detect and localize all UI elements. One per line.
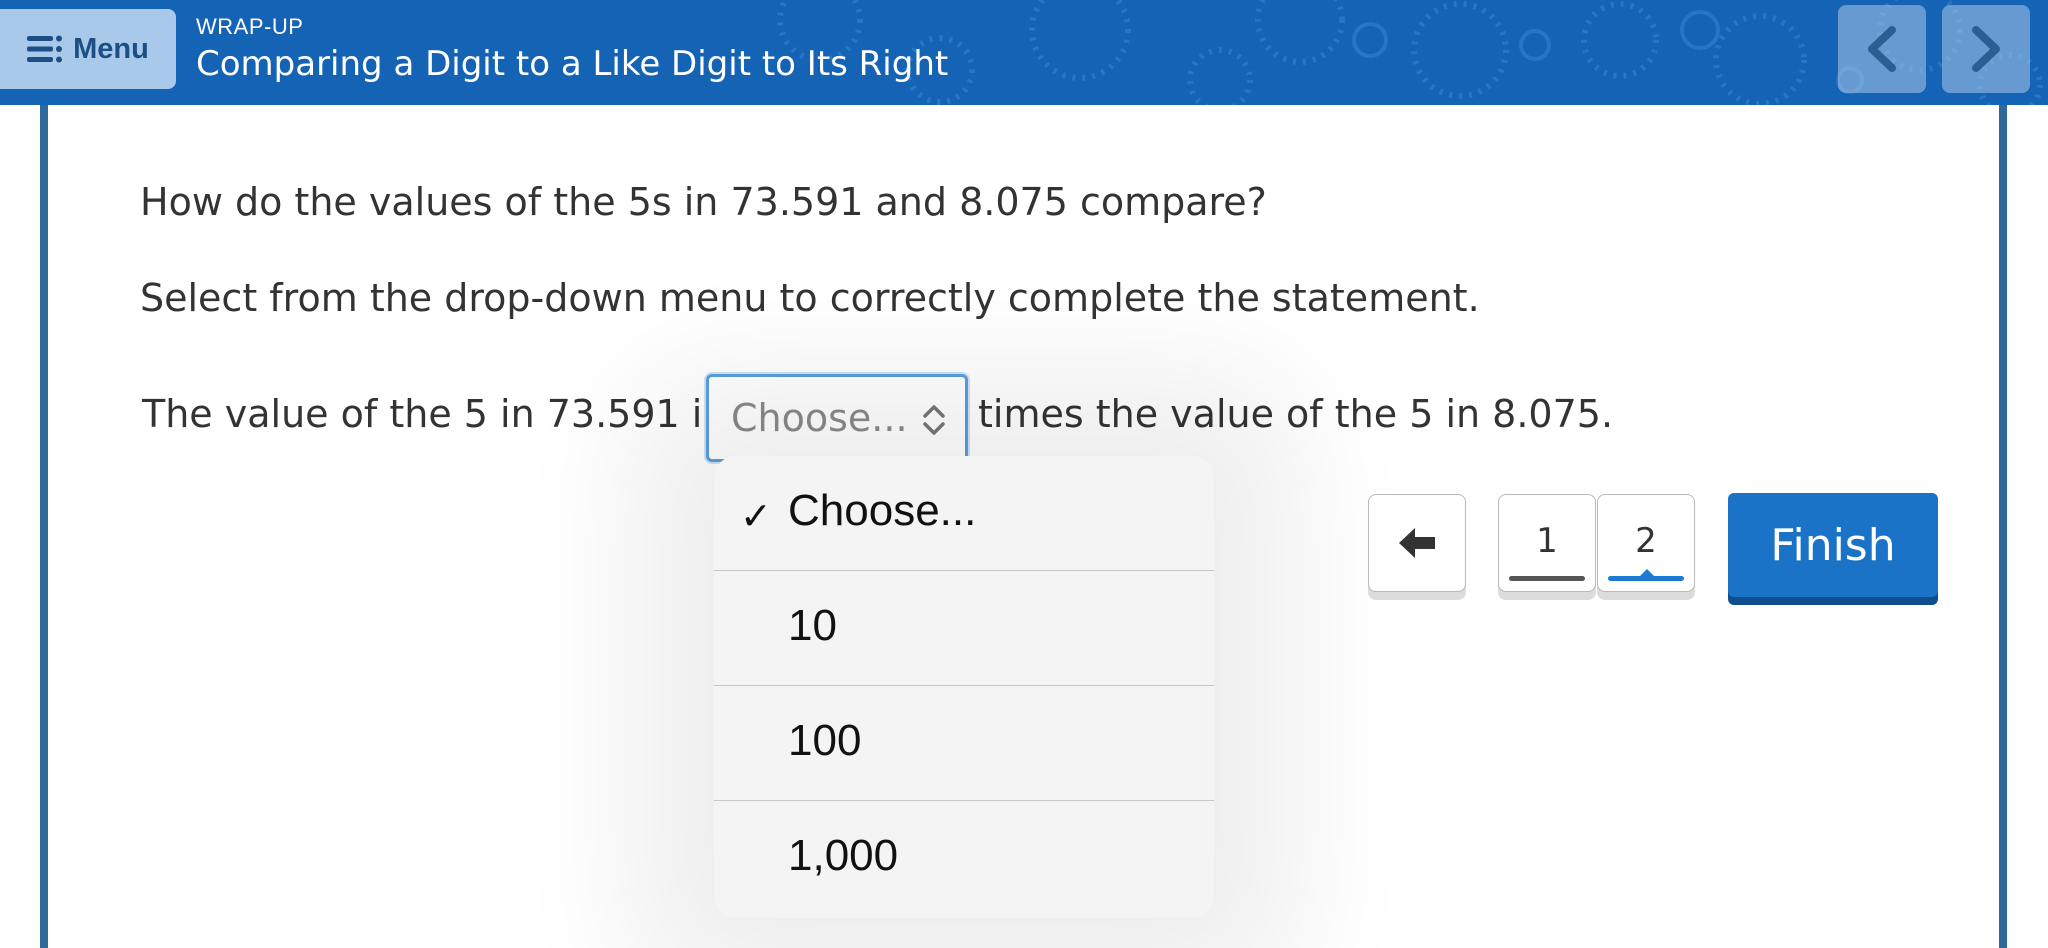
- statement-before: The value of the 5 in 73.591 is: [142, 392, 723, 436]
- lesson-header: Menu WRAP-UP Comparing a Digit to a Like…: [0, 0, 2048, 105]
- option-100[interactable]: 100: [714, 686, 1214, 801]
- question-prompt: How do the values of the 5s in 73.591 an…: [140, 180, 1267, 224]
- menu-label: Menu: [73, 32, 149, 65]
- option-label: 10: [788, 601, 837, 650]
- option-choose[interactable]: ✓ Choose...: [714, 456, 1214, 571]
- list-icon: [27, 35, 63, 63]
- previous-button[interactable]: [1838, 5, 1926, 93]
- lesson-kicker: WRAP-UP: [196, 14, 304, 39]
- updown-chevron-icon: [923, 405, 945, 435]
- content-frame-left: [40, 105, 48, 948]
- statement-after: times the value of the 5 in 8.075.: [978, 392, 1614, 436]
- chevron-left-icon: [1868, 26, 1896, 72]
- select-dropdown: ✓ Choose... 10 100 1,000: [714, 456, 1214, 918]
- page-indicator: [1509, 576, 1585, 581]
- select-value: Choose...: [731, 396, 908, 440]
- option-label: 100: [788, 716, 862, 765]
- menu-button[interactable]: Menu: [0, 9, 176, 89]
- option-label: 1,000: [788, 831, 899, 880]
- answer-select[interactable]: Choose...: [706, 374, 968, 462]
- chevron-right-icon: [1972, 26, 2000, 72]
- lesson-title: Comparing a Digit to a Like Digit to Its…: [196, 44, 949, 84]
- option-label: Choose...: [788, 486, 977, 535]
- arrow-left-icon: [1399, 528, 1435, 558]
- page-button-1[interactable]: 1: [1498, 494, 1596, 592]
- finish-button[interactable]: Finish: [1728, 493, 1938, 597]
- content-frame-right: [1999, 105, 2007, 948]
- back-button[interactable]: [1368, 494, 1466, 592]
- page-button-2[interactable]: 2: [1597, 494, 1695, 592]
- page-number: 1: [1536, 521, 1558, 561]
- question-instruction: Select from the drop-down menu to correc…: [140, 276, 1480, 320]
- page-indicator: [1608, 576, 1684, 581]
- next-button[interactable]: [1942, 5, 2030, 93]
- page-number: 2: [1635, 521, 1657, 561]
- check-icon: ✓: [740, 494, 772, 538]
- option-10[interactable]: 10: [714, 571, 1214, 686]
- option-1000[interactable]: 1,000: [714, 801, 1214, 916]
